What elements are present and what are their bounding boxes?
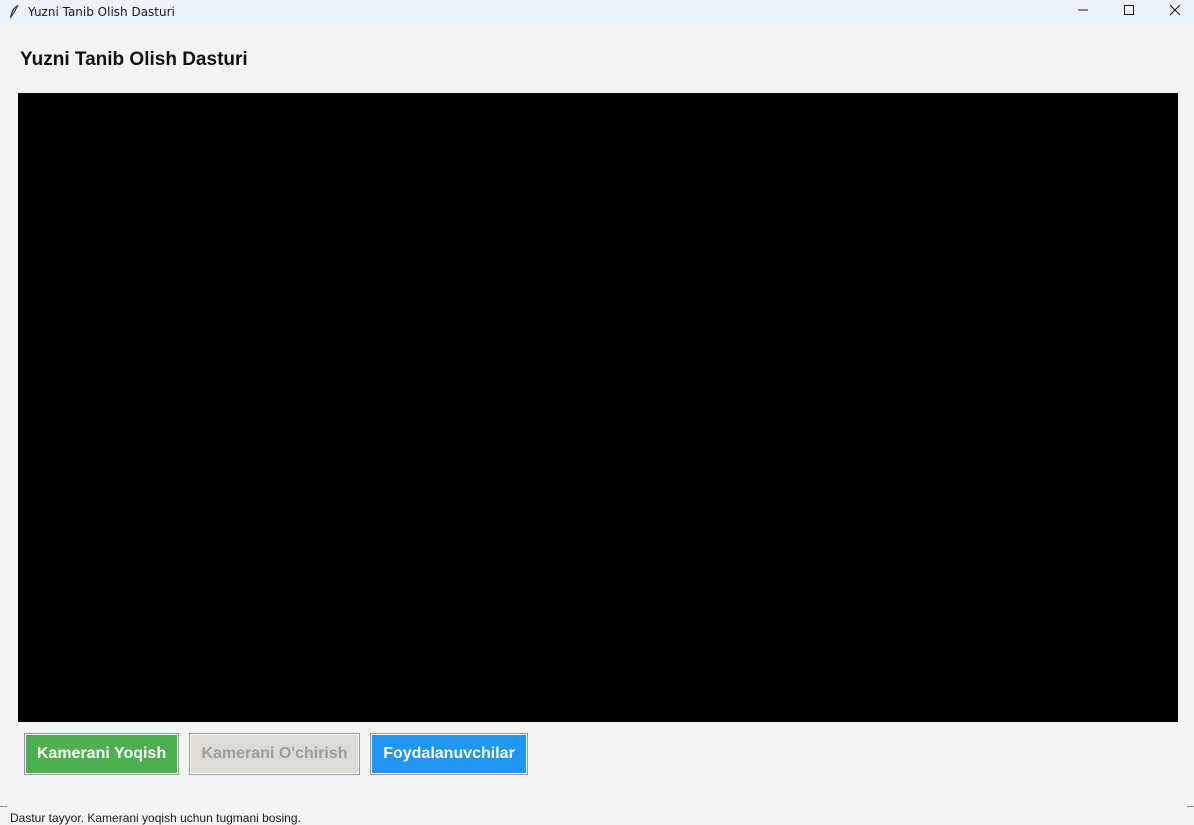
users-button[interactable]: Foydalanuvchilar: [370, 733, 528, 775]
close-icon: [1169, 3, 1181, 21]
maximize-icon: [1123, 3, 1135, 21]
maximize-button[interactable]: [1106, 0, 1152, 24]
minimize-button[interactable]: [1060, 0, 1106, 24]
camera-start-button[interactable]: Kamerani Yoqish: [24, 733, 179, 775]
app-window: Yuzni Tanib Olish Dasturi Yuzni Tanib Ol…: [0, 0, 1194, 825]
window-title: Yuzni Tanib Olish Dasturi: [28, 5, 175, 19]
camera-video-panel: [18, 93, 1178, 722]
page-title: Yuzni Tanib Olish Dasturi: [20, 49, 248, 70]
title-bar[interactable]: Yuzni Tanib Olish Dasturi: [0, 0, 1194, 24]
feather-icon: [8, 4, 20, 20]
status-bar-text: Dastur tayyor. Kamerani yoqish uchun tug…: [10, 811, 301, 825]
status-separator-right: [1187, 806, 1194, 807]
status-separator-left: [0, 806, 7, 807]
minimize-icon: [1077, 3, 1089, 21]
close-button[interactable]: [1152, 0, 1194, 24]
camera-stop-button[interactable]: Kamerani O'chirish: [189, 733, 360, 775]
